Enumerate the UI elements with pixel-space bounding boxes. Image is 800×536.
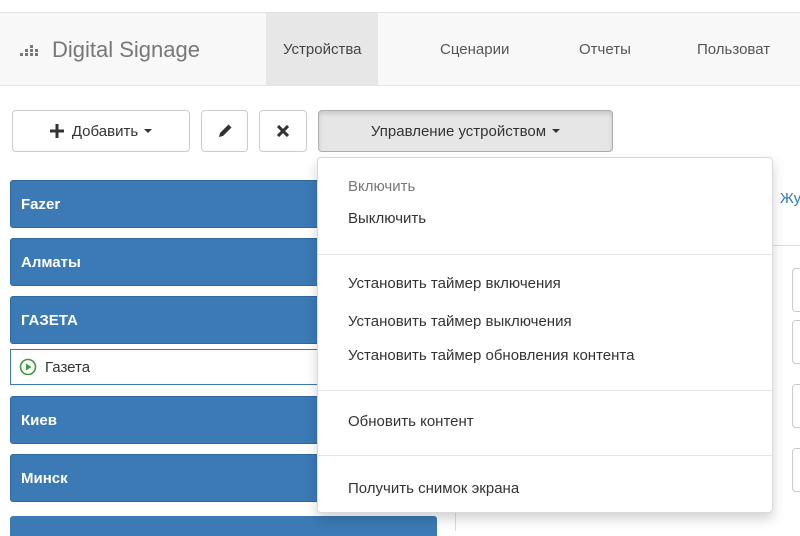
menu-set-off-timer[interactable]: Установить таймер выключения xyxy=(348,313,572,330)
menu-divider xyxy=(318,254,772,255)
close-icon xyxy=(277,125,289,137)
menu-set-on-timer[interactable]: Установить таймер включения xyxy=(348,275,561,292)
brand-label: Digital Signage xyxy=(52,37,200,62)
detail-field[interactable] xyxy=(792,320,800,364)
menu-take-screenshot[interactable]: Получить снимок экрана xyxy=(348,480,519,497)
device-management-button[interactable]: Управление устройством xyxy=(318,110,613,152)
pencil-icon xyxy=(218,124,231,137)
detail-field[interactable] xyxy=(792,268,800,312)
nav-reports[interactable]: Отчеты xyxy=(562,13,648,85)
menu-divider xyxy=(318,390,772,391)
device-label: Газета xyxy=(45,358,91,376)
menu-turn-off[interactable]: Выключить xyxy=(348,210,426,227)
device-management-dropdown: Включить Выключить Установить таймер вкл… xyxy=(317,157,773,513)
menu-set-content-update-timer[interactable]: Установить таймер обновления контента xyxy=(348,347,634,364)
brand[interactable]: Digital Signage xyxy=(20,13,200,87)
menu-divider xyxy=(318,455,772,456)
nav-devices[interactable]: Устройства xyxy=(266,13,379,85)
group-partial[interactable] xyxy=(10,516,437,536)
delete-button[interactable] xyxy=(259,110,307,152)
caret-down-icon xyxy=(144,129,153,133)
menu-update-content[interactable]: Обновить контент xyxy=(348,413,474,430)
add-button-label: Добавить xyxy=(71,122,139,140)
top-strip xyxy=(0,0,800,12)
signal-bars-icon xyxy=(20,45,38,56)
edit-button[interactable] xyxy=(201,110,248,152)
menu-turn-on[interactable]: Включить xyxy=(348,178,415,195)
add-button[interactable]: Добавить xyxy=(12,110,190,152)
detail-field[interactable] xyxy=(792,448,800,492)
plus-icon xyxy=(49,124,64,138)
navbar: Digital Signage Устройства Сценарии Отче… xyxy=(0,12,800,86)
play-circle-icon xyxy=(19,358,37,376)
details-panel-bottom xyxy=(455,516,800,531)
detail-field[interactable] xyxy=(792,384,800,428)
caret-down-icon xyxy=(552,129,561,133)
nav-scenarios[interactable]: Сценарии xyxy=(423,13,526,85)
journal-link[interactable]: Жу xyxy=(780,190,800,207)
nav-users[interactable]: Пользоват xyxy=(680,13,787,85)
device-management-label: Управление устройством xyxy=(370,122,547,140)
